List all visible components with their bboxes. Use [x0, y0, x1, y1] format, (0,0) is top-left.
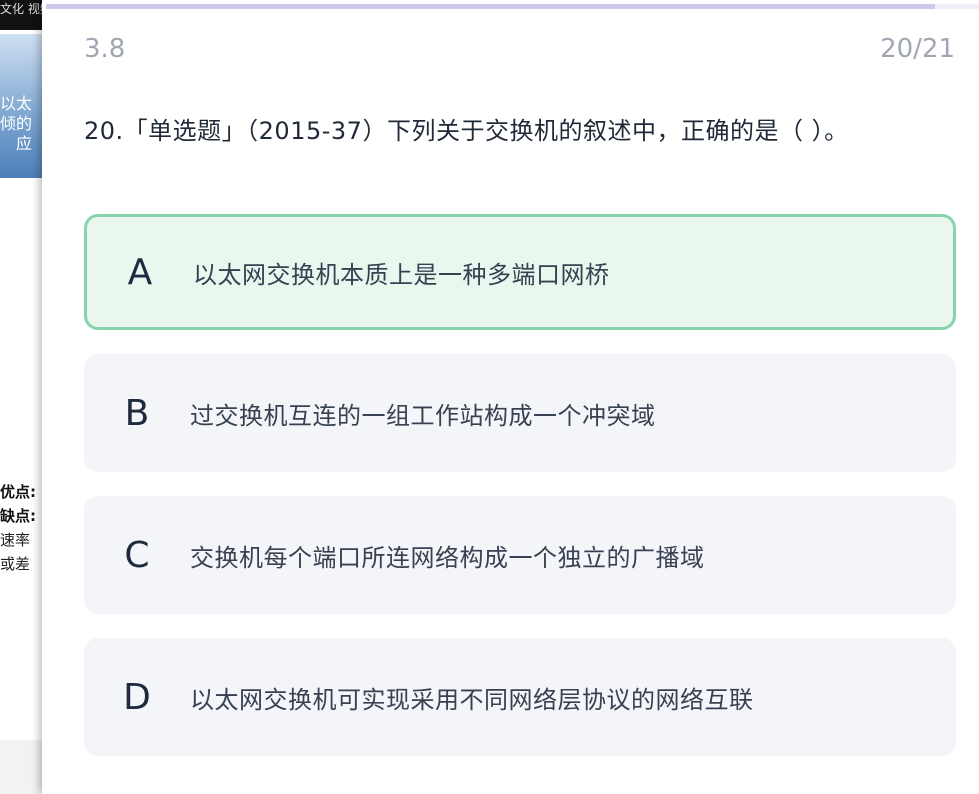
option-a[interactable]: A 以太网交换机本质上是一种多端口网桥: [84, 214, 956, 330]
option-c[interactable]: C 交换机每个端口所连网络构成一个独立的广播域: [84, 496, 956, 614]
background-footer: [0, 740, 44, 794]
option-d[interactable]: D 以太网交换机可实现采用不同网络层协议的网络互联: [84, 638, 956, 756]
background-video-line: 应: [16, 134, 33, 153]
section-number: 3.8: [84, 34, 126, 64]
background-line: 或差: [0, 555, 31, 573]
background-line: 速率: [0, 531, 31, 549]
quiz-panel: 3.8 20/21 20.「单选题」（2015-37）下列关于交换机的叙述中，正…: [42, 0, 979, 794]
question-text: 20.「单选题」（2015-37）下列关于交换机的叙述中，正确的是（ ）。: [84, 117, 849, 145]
option-letter: B: [124, 392, 150, 434]
background-video-line: 以太: [0, 94, 33, 113]
option-text: 过交换机互连的一组工作站构成一个冲突域: [190, 401, 656, 430]
option-letter: C: [124, 534, 150, 576]
background-line: 缺点:: [0, 507, 36, 525]
option-text: 以太网交换机可实现采用不同网络层协议的网络互联: [190, 685, 754, 714]
background-video-line: 倾的: [0, 114, 33, 133]
background-top-text: 文化 视频: [0, 2, 44, 16]
option-text: 以太网交换机本质上是一种多端口网桥: [193, 260, 610, 289]
option-b[interactable]: B 过交换机互连的一组工作站构成一个冲突域: [84, 354, 956, 472]
background-page: 文化 视频 以太 倾的 应 优点: 缺点: 速率 或差: [0, 0, 44, 794]
option-letter: A: [127, 251, 153, 293]
background-text-lines: 优点: 缺点: 速率 或差: [0, 480, 44, 576]
progress-bar-fill: [46, 4, 935, 9]
progress-bar: [46, 4, 979, 9]
option-letter: D: [123, 676, 151, 718]
background-video-text: 以太 倾的 应: [0, 94, 44, 154]
question-counter: 20/21: [880, 34, 955, 64]
background-line: 优点:: [0, 483, 36, 501]
option-text: 交换机每个端口所连网络构成一个独立的广播域: [190, 543, 705, 572]
